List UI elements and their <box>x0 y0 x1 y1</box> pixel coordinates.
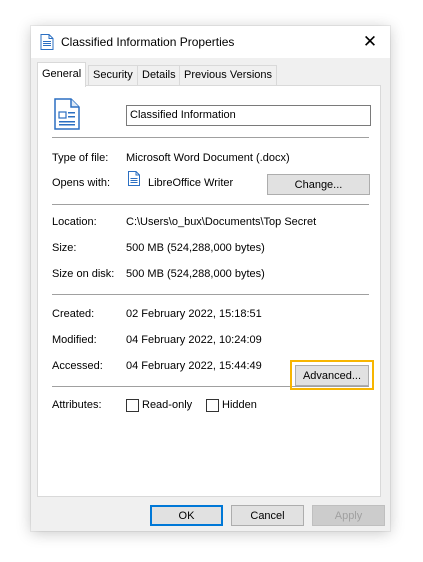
tab-security[interactable]: Security <box>88 65 138 86</box>
ok-button[interactable]: OK <box>150 505 223 526</box>
opens-with-value: LibreOffice Writer <box>148 177 234 189</box>
close-icon: ✕ <box>362 32 378 51</box>
apply-button[interactable]: Apply <box>312 505 385 526</box>
properties-dialog: Classified Information Properties ✕ Gene… <box>31 26 390 531</box>
window-title: Classified Information Properties <box>61 35 235 49</box>
tab-general[interactable]: General <box>37 62 87 87</box>
location-label: Location: <box>52 216 97 228</box>
separator <box>52 137 369 138</box>
close-button[interactable]: ✕ <box>350 26 390 58</box>
change-button[interactable]: Change... <box>267 174 370 195</box>
location-value: C:\Users\o_bux\Documents\Top Secret <box>126 216 317 228</box>
created-label: Created: <box>52 308 95 320</box>
writer-document-icon <box>54 98 80 130</box>
general-panel: Classified Information Type of file: Mic… <box>37 85 381 497</box>
type-of-file-label: Type of file: <box>52 152 109 164</box>
tab-previous-versions[interactable]: Previous Versions <box>179 65 278 86</box>
readonly-label[interactable]: Read-only <box>142 399 192 411</box>
modified-label: Modified: <box>52 334 97 346</box>
attributes-label: Attributes: <box>52 399 102 411</box>
title-bar[interactable]: Classified Information Properties ✕ <box>31 26 390 58</box>
separator <box>52 294 369 295</box>
file-name-input[interactable]: Classified Information <box>126 105 371 126</box>
size-on-disk-label: Size on disk: <box>52 268 115 280</box>
libreoffice-writer-icon <box>128 171 140 186</box>
cancel-button[interactable]: Cancel <box>231 505 304 526</box>
tab-details[interactable]: Details <box>137 65 181 86</box>
size-label: Size: <box>52 242 77 254</box>
modified-value: 04 February 2022, 10:24:09 <box>126 334 262 346</box>
type-of-file-value: Microsoft Word Document (.docx) <box>126 152 290 164</box>
hidden-label[interactable]: Hidden <box>222 399 257 411</box>
advanced-button[interactable]: Advanced... <box>295 365 369 386</box>
size-value: 500 MB (524,288,000 bytes) <box>126 242 265 254</box>
separator <box>52 204 369 205</box>
size-on-disk-value: 500 MB (524,288,000 bytes) <box>126 268 265 280</box>
document-icon <box>40 34 54 50</box>
readonly-checkbox[interactable] <box>126 399 139 412</box>
opens-with-label: Opens with: <box>52 177 111 189</box>
created-value: 02 February 2022, 15:18:51 <box>126 308 262 320</box>
accessed-label: Accessed: <box>52 360 103 372</box>
accessed-value: 04 February 2022, 15:44:49 <box>126 360 262 372</box>
hidden-checkbox[interactable] <box>206 399 219 412</box>
